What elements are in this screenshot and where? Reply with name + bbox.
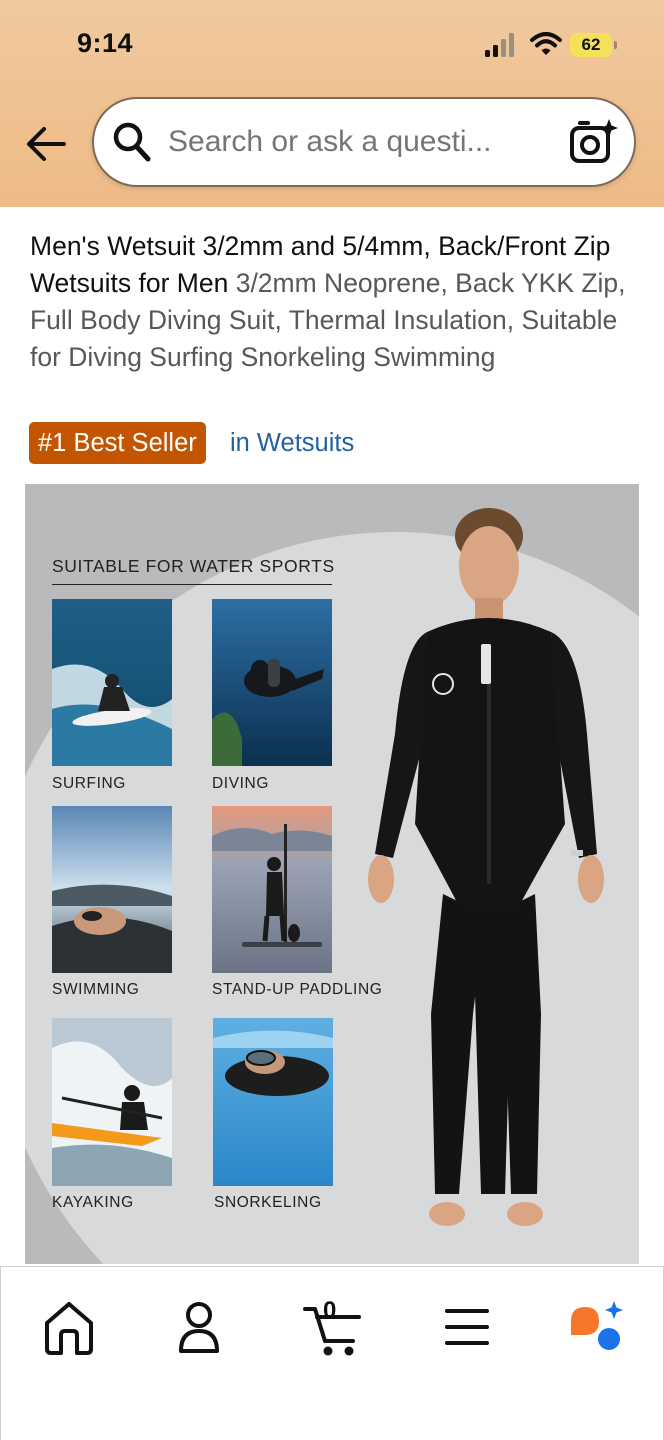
sport-label-snorkeling: SNORKELING [214, 1194, 322, 1211]
product-image[interactable]: SUITABLE FOR WATER SPORTS SURFING DIVING [25, 484, 639, 1264]
snorkeling-photo [213, 1018, 333, 1186]
header: 9:14 62 [0, 0, 664, 207]
kayaking-photo [52, 1018, 172, 1186]
product-title-block: Men's Wetsuit 3/2mm and 5/4mm, Back/Fron… [30, 228, 640, 376]
sport-label-diving: DIVING [212, 775, 269, 792]
diving-photo [212, 599, 332, 766]
battery-nub [614, 41, 617, 49]
menu-icon[interactable] [435, 1295, 499, 1359]
status-time: 9:14 [77, 28, 134, 58]
ai-assistant-icon[interactable] [565, 1295, 629, 1359]
wetsuit-model-figure [368, 508, 604, 1226]
search-icon [113, 122, 151, 162]
sport-label-kayaking: KAYAKING [52, 1194, 134, 1211]
sports-heading: SUITABLE FOR WATER SPORTS [52, 556, 334, 585]
camera-search-icon[interactable] [568, 117, 618, 167]
account-icon[interactable] [167, 1295, 231, 1359]
surfing-photo [52, 599, 172, 766]
battery-indicator: 62 [570, 33, 618, 57]
category-link[interactable]: in Wetsuits [230, 422, 354, 464]
best-seller-badge[interactable]: #1 Best Seller [29, 422, 206, 464]
paddling-photo [212, 806, 332, 973]
battery-level: 62 [570, 33, 612, 57]
cart-count: 0 [323, 1297, 337, 1324]
cart-button[interactable]: 0 [301, 1295, 365, 1359]
wifi-icon [530, 32, 562, 55]
back-arrow-icon[interactable] [24, 124, 68, 164]
search-bar[interactable] [92, 97, 636, 187]
swimming-photo [52, 806, 172, 973]
sport-label-surfing: SURFING [52, 775, 126, 792]
home-icon[interactable] [37, 1295, 101, 1359]
sport-label-swimming: SWIMMING [52, 981, 140, 998]
cellular-signal-icon [485, 33, 514, 57]
bottom-nav: 0 [0, 1266, 664, 1440]
search-input[interactable] [168, 119, 548, 165]
